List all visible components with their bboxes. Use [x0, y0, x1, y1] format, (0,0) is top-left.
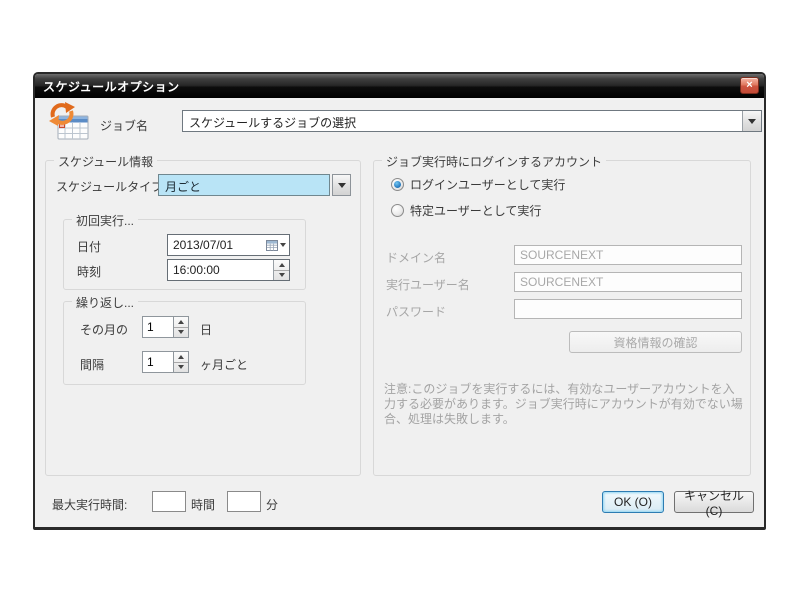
day-of-month-input[interactable] — [142, 316, 173, 338]
dialog-titlebar[interactable]: スケジュールオプション × — [35, 74, 764, 98]
schedule-info-group: スケジュール情報 スケジュールタイプ 月ごと 初回実行... 日付 2013/0… — [45, 160, 361, 476]
schedule-type-value[interactable]: 月ごと — [158, 174, 330, 196]
account-note-text: 注意:このジョブを実行するには、有効なユーザーアカウントを入力する必要があります… — [384, 382, 746, 427]
verify-credentials-button[interactable]: 資格情報の確認 — [569, 331, 742, 353]
repeat-group: 繰り返し... その月の 日 間隔 — [63, 301, 306, 385]
triangle-up-icon — [279, 263, 285, 267]
time-label: 時刻 — [77, 263, 101, 280]
password-label: パスワード — [386, 303, 446, 320]
calendar-grid-icon — [266, 240, 278, 251]
day-spinner — [173, 316, 189, 338]
dialog-title: スケジュールオプション — [43, 78, 180, 95]
interval-label: 間隔 — [80, 356, 104, 373]
schedule-options-dialog: スケジュールオプション × — [33, 72, 766, 530]
max-runtime-label: 最大実行時間: — [52, 496, 127, 513]
ok-button[interactable]: OK (O) — [602, 491, 664, 513]
spinner-down-button[interactable] — [274, 270, 289, 281]
date-value: 2013/07/01 — [168, 235, 263, 255]
time-spinner — [273, 260, 289, 280]
job-name-select[interactable]: スケジュールするジョブの選択 — [182, 110, 762, 132]
schedule-type-label: スケジュールタイプ — [56, 178, 163, 195]
date-label: 日付 — [77, 238, 101, 255]
spinner-down-button[interactable] — [174, 327, 188, 338]
spinner-up-button[interactable] — [174, 352, 188, 362]
first-run-group: 初回実行... 日付 2013/07/01 — [63, 219, 306, 290]
time-value: 16:00:00 — [168, 260, 273, 280]
spinner-up-button[interactable] — [274, 260, 289, 270]
account-legend: ジョブ実行時にログインするアカウント — [382, 153, 606, 170]
day-of-month-label: その月の — [80, 321, 128, 338]
triangle-down-icon — [178, 365, 184, 369]
date-picker-field[interactable]: 2013/07/01 — [167, 234, 290, 256]
domain-label: ドメイン名 — [386, 249, 446, 266]
radio-run-as-specific-user[interactable]: 特定ユーザーとして実行 — [391, 202, 541, 219]
cancel-button[interactable]: キャンセル (C) — [674, 491, 754, 513]
interval-spinner — [173, 351, 189, 373]
interval-input[interactable] — [142, 351, 173, 373]
job-name-dropdown-button[interactable] — [742, 111, 761, 131]
interval-field — [142, 351, 189, 373]
triangle-up-icon — [178, 355, 184, 359]
spinner-down-button[interactable] — [174, 362, 188, 373]
time-input-field[interactable]: 16:00:00 — [167, 259, 290, 281]
chevron-down-icon — [338, 183, 346, 188]
run-user-input[interactable] — [514, 272, 742, 292]
triangle-down-icon — [279, 273, 285, 277]
day-of-month-field — [142, 316, 189, 338]
dialog-content: ジョブ名 スケジュールするジョブの選択 スケジュール情報 スケジュールタイプ 月… — [35, 98, 764, 527]
schedule-type-dropdown-button[interactable] — [332, 174, 351, 196]
spinner-up-button[interactable] — [174, 317, 188, 327]
job-name-label: ジョブ名 — [100, 117, 148, 134]
max-minutes-input[interactable] — [227, 491, 261, 512]
run-user-label: 実行ユーザー名 — [386, 276, 470, 293]
interval-unit-label: ヶ月ごと — [200, 356, 248, 373]
password-input[interactable] — [514, 299, 742, 319]
chevron-down-icon — [748, 119, 756, 124]
account-group: ジョブ実行時にログインするアカウント ログインユーザーとして実行 特定ユーザーと… — [373, 160, 751, 476]
first-run-legend: 初回実行... — [72, 212, 138, 229]
chevron-down-icon — [280, 243, 286, 247]
max-hours-input[interactable] — [152, 491, 186, 512]
close-button[interactable]: × — [740, 77, 759, 94]
schedule-info-legend: スケジュール情報 — [54, 153, 157, 170]
calendar-dropdown-button[interactable] — [263, 235, 289, 255]
domain-input[interactable] — [514, 245, 742, 265]
hours-unit-label: 時間 — [191, 496, 215, 513]
repeat-legend: 繰り返し... — [72, 294, 138, 311]
triangle-down-icon — [178, 330, 184, 334]
desktop-background: スケジュールオプション × — [0, 0, 800, 600]
triangle-up-icon — [178, 320, 184, 324]
radio-selected-icon — [391, 178, 404, 191]
minutes-unit-label: 分 — [266, 496, 278, 513]
radio-run-as-login-user[interactable]: ログインユーザーとして実行 — [391, 176, 565, 193]
schedule-refresh-icon — [46, 102, 90, 142]
job-name-value: スケジュールするジョブの選択 — [183, 111, 742, 131]
radio-unselected-icon — [391, 204, 404, 217]
close-icon: × — [746, 80, 752, 91]
day-unit-label: 日 — [200, 321, 212, 338]
